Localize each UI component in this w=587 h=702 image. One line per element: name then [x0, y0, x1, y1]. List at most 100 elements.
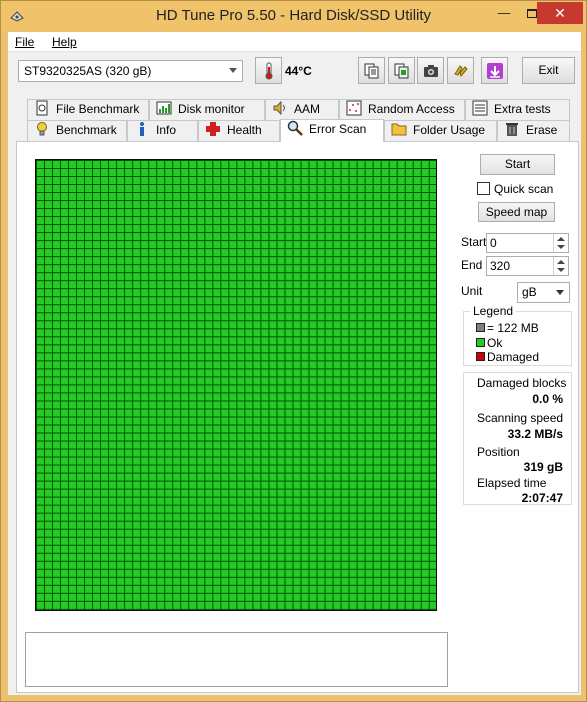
save-button[interactable]	[481, 57, 508, 84]
quick-scan-checkbox[interactable]: Quick scan	[477, 182, 553, 196]
tab-error-scan-label: Error Scan	[309, 122, 367, 136]
options-button[interactable]	[447, 57, 474, 84]
trash-icon	[506, 123, 518, 136]
tab-aam-label: AAM	[294, 102, 321, 116]
temperature-button[interactable]	[255, 57, 282, 84]
legend-block-size: = 122 MB	[476, 321, 539, 335]
tab-extra-tests[interactable]: Extra tests	[465, 99, 570, 120]
legend-group: Legend = 122 MB Ok Damaged	[463, 304, 572, 366]
temperature-readout: 44°C	[285, 64, 312, 78]
magnifier-icon	[287, 120, 303, 136]
tab-random-access-label: Random Access	[368, 102, 455, 116]
spin-up-icon	[557, 237, 565, 241]
end-field-label: End	[461, 258, 483, 272]
health-cross-icon	[206, 122, 220, 136]
random-access-icon	[346, 100, 362, 116]
menu-bar: File Help	[8, 32, 581, 52]
menu-file-label: File	[15, 35, 35, 49]
info-icon	[140, 122, 144, 136]
start-spinner[interactable]: 0	[486, 233, 569, 253]
tab-folder-usage[interactable]: Folder Usage	[384, 120, 497, 141]
copy-text-button[interactable]	[358, 57, 385, 84]
tab-disk-monitor[interactable]: Disk monitor	[149, 99, 265, 120]
drive-select[interactable]: ST9320325AS (320 gB)	[18, 60, 243, 82]
damaged-blocks-label: Damaged blocks	[477, 376, 567, 390]
lightbulb-icon	[37, 122, 47, 136]
menu-file[interactable]: File	[15, 35, 34, 49]
tab-aam[interactable]: AAM	[265, 99, 339, 120]
end-spinner-value: 320	[490, 259, 511, 273]
chevron-down-icon	[229, 68, 237, 73]
app-window: HD Tune Pro 5.50 - Hard Disk/SSD Utility…	[0, 0, 587, 702]
spinner-arrows[interactable]	[553, 234, 568, 252]
error-scan-panel: Start Quick scan Speed map Start 0 End 3…	[16, 141, 579, 693]
menu-help-label: Help	[52, 35, 77, 49]
legend-damaged: Damaged	[476, 350, 539, 364]
scanning-speed-label: Scanning speed	[477, 411, 564, 425]
tab-health[interactable]: Health	[198, 120, 280, 141]
tab-health-label: Health	[227, 123, 262, 137]
speaker-icon	[273, 100, 285, 116]
quick-scan-label: Quick scan	[494, 182, 554, 196]
tab-erase[interactable]: Erase	[497, 120, 570, 141]
spin-up-icon	[557, 260, 565, 264]
client-area: ST9320325AS (320 gB) 44°C Exit File Benc…	[8, 52, 581, 695]
tab-folder-usage-label: Folder Usage	[413, 123, 486, 137]
tab-benchmark[interactable]: Benchmark	[27, 120, 127, 141]
tab-file-benchmark-label: File Benchmark	[56, 102, 140, 116]
file-benchmark-icon	[36, 100, 48, 116]
scan-block-map	[35, 159, 437, 611]
copy-screenshot-icon	[394, 63, 409, 79]
options-icon	[454, 65, 468, 77]
copy-text-icon	[364, 63, 379, 79]
tab-info-label: Info	[156, 123, 177, 137]
start-spinner-value: 0	[490, 236, 497, 250]
exit-button[interactable]: Exit	[522, 57, 575, 84]
scan-log	[25, 632, 448, 687]
tab-error-scan[interactable]: Error Scan	[280, 119, 384, 142]
legend-damaged-label: Damaged	[487, 350, 540, 364]
camera-icon	[424, 65, 438, 77]
legend-title: Legend	[470, 304, 517, 318]
maximize-icon	[527, 9, 537, 19]
close-button[interactable]: ✕	[537, 2, 583, 24]
unit-select[interactable]: gB	[517, 282, 570, 303]
chevron-down-icon	[556, 290, 564, 295]
tab-file-benchmark[interactable]: File Benchmark	[27, 99, 149, 120]
block-swatch	[476, 323, 485, 332]
tab-random-access[interactable]: Random Access	[339, 99, 465, 120]
damaged-blocks-value: 0.0 %	[532, 392, 563, 406]
tab-info[interactable]: Info	[127, 120, 198, 141]
folder-icon	[391, 123, 407, 136]
scanning-speed-value: 33.2 MB/s	[507, 427, 563, 441]
speed-map-button[interactable]: Speed map	[478, 202, 555, 222]
tab-benchmark-label: Benchmark	[56, 123, 117, 137]
extra-tests-icon	[472, 100, 488, 116]
tab-disk-monitor-label: Disk monitor	[178, 102, 245, 116]
checkbox-box[interactable]	[477, 182, 490, 195]
legend-block-size-label: = 122 MB	[487, 321, 539, 335]
elapsed-time-label: Elapsed time	[477, 476, 547, 490]
start-button[interactable]: Start	[480, 154, 555, 175]
legend-ok: Ok	[476, 336, 502, 350]
spinner-arrows[interactable]	[553, 257, 568, 275]
end-spinner[interactable]: 320	[486, 256, 569, 276]
ok-swatch	[476, 338, 485, 347]
copy-screenshot-button[interactable]	[388, 57, 415, 84]
minimize-button[interactable]: —	[490, 2, 518, 24]
elapsed-time-value: 2:07:47	[521, 491, 563, 505]
unit-label: Unit	[461, 284, 483, 298]
thermometer-icon	[265, 62, 273, 80]
title-bar[interactable]: HD Tune Pro 5.50 - Hard Disk/SSD Utility…	[1, 1, 586, 31]
position-value: 319 gB	[523, 460, 563, 474]
spin-down-icon	[557, 268, 565, 272]
tab-erase-label: Erase	[526, 123, 558, 137]
legend-ok-label: Ok	[487, 336, 503, 350]
disk-monitor-icon	[156, 101, 172, 115]
save-down-icon	[487, 63, 503, 79]
unit-select-value: gB	[522, 285, 537, 299]
camera-button[interactable]	[417, 57, 444, 84]
menu-help[interactable]: Help	[52, 35, 77, 49]
start-field-label: Start	[461, 235, 487, 249]
damaged-swatch	[476, 352, 485, 361]
